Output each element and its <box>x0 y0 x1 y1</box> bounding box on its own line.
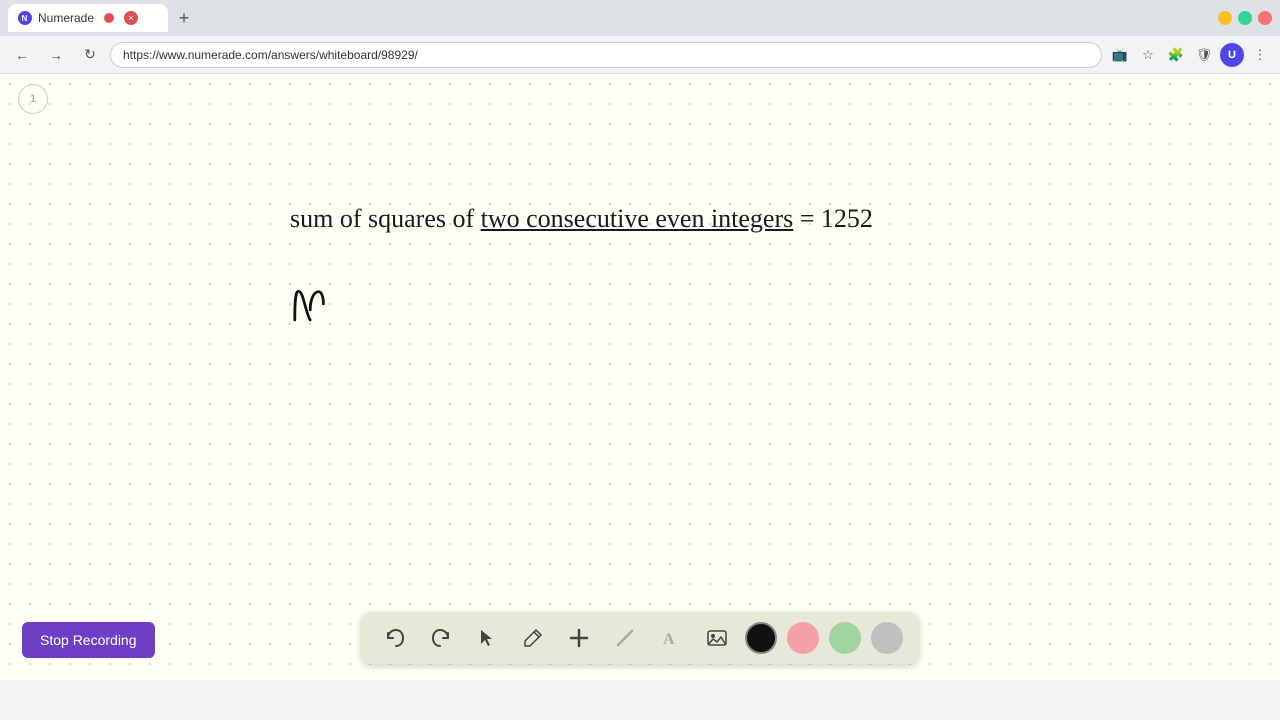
tab-bar: N Numerade × + <box>8 0 1214 36</box>
tab-favicon: N <box>18 11 32 25</box>
image-icon <box>706 627 728 649</box>
shield-icon[interactable]: 🛡 <box>1192 43 1216 67</box>
text-prefix: sum of squares of <box>290 204 481 233</box>
recording-indicator <box>104 13 114 23</box>
add-button[interactable] <box>561 620 597 656</box>
stop-recording-button[interactable]: Stop Recording <box>22 622 155 658</box>
cast-icon[interactable]: 📺 <box>1108 43 1132 67</box>
url-text: https://www.numerade.com/answers/whitebo… <box>123 48 418 62</box>
plus-icon <box>568 627 590 649</box>
bookmark-icon[interactable]: ☆ <box>1136 43 1160 67</box>
color-pink-swatch[interactable] <box>787 622 819 654</box>
handwritten-symbol <box>286 282 330 337</box>
refresh-button[interactable]: ↻ <box>76 41 104 69</box>
color-gray-swatch[interactable] <box>871 622 903 654</box>
close-button[interactable] <box>1258 11 1272 25</box>
forward-button[interactable]: → <box>42 41 70 69</box>
whiteboard[interactable]: 1 sum of squares of two consecutive even… <box>0 74 1280 680</box>
handwritten-n-svg <box>286 282 330 327</box>
address-bar[interactable]: https://www.numerade.com/answers/whitebo… <box>110 42 1102 68</box>
back-button[interactable]: ← <box>8 41 36 69</box>
cursor-icon <box>476 627 498 649</box>
minimize-button[interactable] <box>1218 11 1232 25</box>
maximize-button[interactable] <box>1238 11 1252 25</box>
pen-icon <box>522 627 544 649</box>
title-bar: N Numerade × + <box>0 0 1280 36</box>
redo-icon <box>430 627 452 649</box>
undo-icon <box>384 627 406 649</box>
select-tool-button[interactable] <box>469 620 505 656</box>
text-tool-button[interactable]: A <box>653 620 689 656</box>
nav-icons: 📺 ☆ 🧩 🛡 U ⋮ <box>1108 43 1272 67</box>
color-green-swatch[interactable] <box>829 622 861 654</box>
image-tool-button[interactable] <box>699 620 735 656</box>
extension-icon[interactable]: 🧩 <box>1164 43 1188 67</box>
svg-text:A: A <box>663 631 675 648</box>
new-tab-button[interactable]: + <box>172 6 196 30</box>
menu-icon[interactable]: ⋮ <box>1248 43 1272 67</box>
drawing-toolbar: A <box>361 612 919 664</box>
tab-title: Numerade <box>38 11 94 25</box>
window-controls <box>1218 11 1272 25</box>
main-equation: sum of squares of two consecutive even i… <box>290 204 873 234</box>
user-avatar[interactable]: U <box>1220 43 1244 67</box>
text-suffix: = 1252 <box>793 204 873 233</box>
undo-button[interactable] <box>377 620 413 656</box>
color-black-swatch[interactable] <box>745 622 777 654</box>
redo-button[interactable] <box>423 620 459 656</box>
svg-text:N: N <box>22 14 28 23</box>
pen-tool-button[interactable] <box>515 620 551 656</box>
tab-close-button[interactable]: × <box>124 11 138 25</box>
text-underlined: two consecutive even integers <box>481 204 794 233</box>
slide-number: 1 <box>18 84 48 114</box>
eraser-tool-button[interactable] <box>607 620 643 656</box>
eraser-icon <box>614 627 636 649</box>
nav-bar: ← → ↻ https://www.numerade.com/answers/w… <box>0 36 1280 74</box>
active-tab[interactable]: N Numerade × <box>8 4 168 32</box>
text-icon: A <box>660 627 682 649</box>
